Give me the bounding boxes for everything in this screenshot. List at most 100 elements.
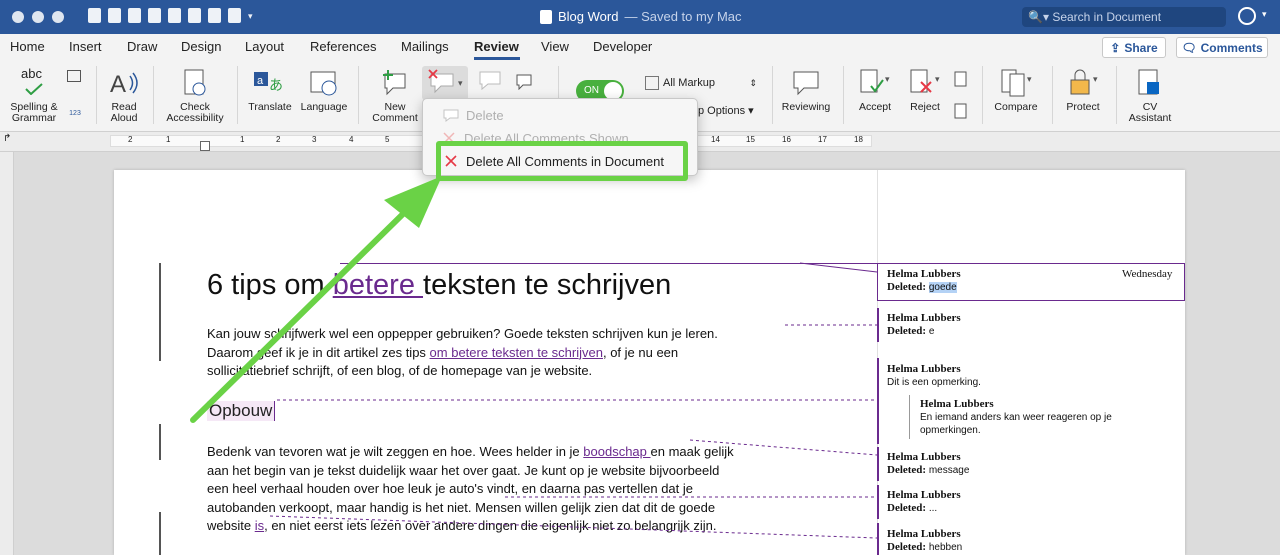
- reject-button[interactable]: ▾ Reject: [902, 68, 948, 113]
- separator: [237, 66, 238, 124]
- reject-label: Reject: [910, 101, 940, 113]
- comment-reply[interactable]: Helma Lubbers En iemand anders kan weer …: [920, 398, 1140, 437]
- markup-select[interactable]: All Markup ⇕: [645, 73, 757, 93]
- accept-icon: ▾: [860, 69, 890, 93]
- save-status: — Saved to my Mac: [624, 9, 742, 24]
- tab-layout[interactable]: Layout: [245, 39, 284, 54]
- next-comment-button[interactable]: [512, 72, 536, 93]
- vertical-ruler[interactable]: [0, 152, 14, 555]
- share-icon: ⇪: [1110, 40, 1121, 55]
- svg-text:▾: ▾: [935, 74, 940, 84]
- zoom-window-button[interactable]: [52, 11, 64, 23]
- search-input[interactable]: 🔍▾ Search in Document: [1022, 7, 1226, 27]
- ruler-label: 1: [166, 135, 171, 144]
- copy-icon[interactable]: [168, 8, 181, 23]
- tab-review[interactable]: Review: [474, 39, 519, 54]
- menu-item-delete[interactable]: Delete: [442, 105, 504, 125]
- comment-balloon[interactable]: Helma Lubbers Deleted: hebben: [887, 528, 962, 554]
- comment-icon[interactable]: [208, 8, 221, 23]
- tab-draw[interactable]: Draw: [127, 39, 157, 54]
- comments-button[interactable]: 🗨 Comments: [1176, 37, 1268, 58]
- inserted-text: boodschap: [583, 444, 651, 459]
- tab-mailings[interactable]: Mailings: [401, 39, 449, 54]
- accept-button[interactable]: ▾ Accept: [852, 68, 898, 113]
- text-line: sollicitatiebrief schrijft, of een blog,…: [207, 363, 593, 378]
- language-button[interactable]: Language: [298, 68, 350, 113]
- cv-assistant-button[interactable]: CV Assistant: [1124, 68, 1176, 124]
- annotation-highlight-box: [436, 141, 688, 181]
- word-count-badge: 123: [69, 110, 81, 117]
- reviewing-pane-icon: [793, 71, 819, 96]
- tab-stop-icon[interactable]: ↱: [3, 133, 11, 144]
- previous-comment-button[interactable]: [474, 68, 506, 95]
- cv-assistant-label: CV Assistant: [1128, 101, 1172, 124]
- tab-home[interactable]: Home: [10, 39, 45, 54]
- heading-text: teksten te schrijven: [423, 269, 672, 301]
- word-count-button[interactable]: 123: [64, 108, 86, 119]
- comment-icon[interactable]: [128, 8, 141, 23]
- excel-doc-icon[interactable]: [108, 8, 121, 23]
- paragraph-body[interactable]: Bedenk van tevoren wat je wilt zeggen en…: [207, 443, 734, 536]
- close-window-button[interactable]: [12, 11, 24, 23]
- feedback-smiley-icon[interactable]: [1238, 7, 1256, 25]
- tab-insert[interactable]: Insert: [69, 39, 102, 54]
- document-heading[interactable]: 6 tips om betere teksten te schrijven: [207, 269, 671, 302]
- share-button[interactable]: ⇪ Share: [1102, 37, 1166, 58]
- previous-change-button[interactable]: [952, 70, 970, 91]
- paragraph-intro[interactable]: Kan jouw schrijfwerk wel een oppepper ge…: [207, 325, 718, 381]
- comment-balloon[interactable]: Helma Lubbers Deleted: ...: [887, 489, 961, 515]
- separator: [772, 66, 773, 124]
- paste-icon[interactable]: [188, 8, 201, 23]
- comment-balloon[interactable]: Helma Lubbers Deleted: goede: [887, 268, 961, 294]
- save-icon[interactable]: [88, 8, 101, 23]
- tab-references[interactable]: References: [310, 39, 376, 54]
- linkedin-doc-icon: [1138, 69, 1159, 95]
- comment-date: Wednesday: [1122, 268, 1173, 280]
- comment-author: Helma Lubbers: [887, 268, 961, 280]
- comment-balloon[interactable]: Helma Lubbers Dit is een opmerking.: [887, 363, 981, 389]
- comment-icon[interactable]: [228, 8, 241, 23]
- comment-balloon[interactable]: Helma Lubbers Deleted: message: [887, 451, 969, 477]
- reviewing-pane-button[interactable]: Reviewing: [778, 68, 834, 113]
- comment-icon[interactable]: [148, 8, 161, 23]
- indent-marker[interactable]: [200, 141, 210, 151]
- spelling-label: Spelling & Grammar: [10, 101, 58, 124]
- comment-text: Dit is een opmerking.: [887, 377, 981, 388]
- share-label: Share: [1124, 40, 1158, 55]
- heading-text: 6 tips om: [207, 269, 333, 301]
- protect-button[interactable]: ▾ Protect: [1060, 68, 1106, 113]
- check-accessibility-button[interactable]: Check Accessibility: [160, 68, 230, 124]
- compare-button[interactable]: ▾ Compare: [990, 68, 1042, 113]
- minimize-window-button[interactable]: [32, 11, 44, 23]
- tab-design[interactable]: Design: [181, 39, 221, 54]
- accept-label: Accept: [858, 101, 892, 113]
- markup-icon: [645, 76, 659, 90]
- comment-bar: [877, 523, 879, 555]
- text-line: website is, en niet eerst iets lezen ove…: [207, 518, 717, 533]
- thesaurus-button[interactable]: [64, 70, 84, 86]
- tab-developer[interactable]: Developer: [593, 39, 652, 54]
- translate-button[interactable]: あa Translate: [244, 68, 296, 113]
- language-label: Language: [300, 101, 348, 113]
- chevron-down-icon[interactable]: ▾: [1262, 9, 1267, 20]
- section-heading[interactable]: Opbouw: [207, 401, 276, 421]
- ruler-label: 16: [782, 135, 791, 144]
- ruler-label: 1: [240, 135, 245, 144]
- change-bar: [159, 512, 161, 555]
- comment-anchor-line: [340, 263, 880, 264]
- read-aloud-button[interactable]: A Read Aloud: [102, 68, 146, 124]
- comment-balloon[interactable]: Helma Lubbers Deleted: e: [887, 312, 961, 338]
- svg-text:▾: ▾: [1093, 74, 1098, 84]
- delete-comment-button[interactable]: ▾: [422, 66, 468, 100]
- translate-label: Translate: [248, 101, 292, 113]
- new-comment-button[interactable]: New Comment: [370, 68, 420, 124]
- tab-view[interactable]: View: [541, 39, 569, 54]
- toggle-state-label: ON: [584, 85, 599, 96]
- document-name: Blog Word: [558, 9, 619, 24]
- customize-toolbar-icon[interactable]: ▾: [248, 8, 256, 21]
- markup-options-button[interactable]: p Options ▾: [698, 104, 754, 117]
- menu-item-label: Delete: [466, 107, 504, 123]
- next-change-button[interactable]: [952, 102, 970, 123]
- protect-label: Protect: [1066, 101, 1100, 113]
- spelling-grammar-button[interactable]: abc Spelling & Grammar: [8, 67, 60, 124]
